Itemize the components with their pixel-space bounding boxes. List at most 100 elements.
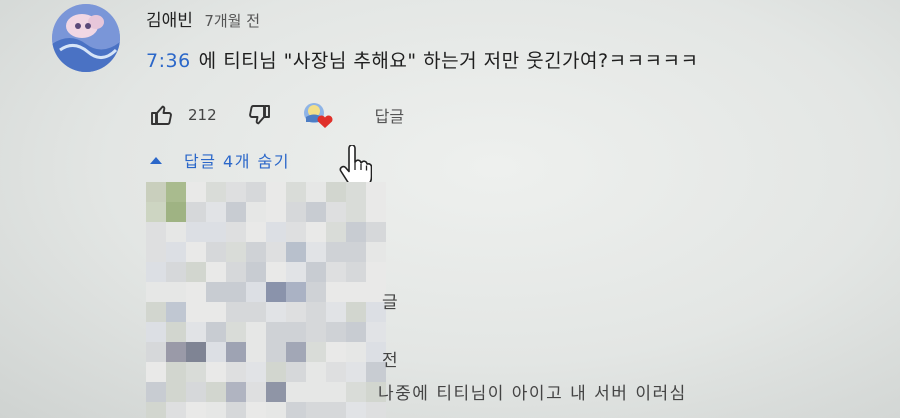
mosaic-cell	[186, 402, 206, 418]
mosaic-cell	[266, 322, 286, 342]
like-count: 212	[188, 106, 217, 124]
mosaic-cell	[206, 322, 226, 342]
mosaic-cell	[226, 262, 246, 282]
mosaic-cell	[286, 222, 306, 242]
mosaic-cell	[346, 322, 366, 342]
mosaic-cell	[266, 242, 286, 262]
mosaic-cell	[326, 202, 346, 222]
mosaic-cell	[326, 362, 346, 382]
mosaic-cell	[306, 282, 326, 302]
mosaic-cell	[226, 302, 246, 322]
mosaic-cell	[146, 342, 166, 362]
mosaic-cell	[266, 182, 286, 202]
comment-text: 에 티티님 "사장님 추해요" 하는거 저만 웃긴가여?ㅋㅋㅋㅋㅋ	[198, 50, 699, 72]
mosaic-cell	[306, 202, 326, 222]
comment-time[interactable]: 7개월 전	[204, 12, 260, 30]
creator-heart-badge	[301, 100, 335, 130]
mosaic-cell	[166, 262, 186, 282]
mosaic-cell	[186, 362, 206, 382]
mosaic-cell	[346, 182, 366, 202]
mosaic-cell	[346, 282, 366, 302]
mosaic-cell	[286, 262, 306, 282]
mosaic-cell	[306, 362, 326, 382]
mosaic-cell	[146, 222, 166, 242]
mosaic-cell	[246, 342, 266, 362]
mosaic-cell	[286, 282, 306, 302]
mosaic-cell	[146, 262, 166, 282]
mosaic-cell	[206, 242, 226, 262]
mosaic-cell	[286, 302, 306, 322]
mosaic-cell	[206, 362, 226, 382]
mosaic-cell	[326, 222, 346, 242]
mosaic-cell	[166, 282, 186, 302]
mosaic-cell	[306, 262, 326, 282]
mosaic-cell	[146, 302, 166, 322]
mosaic-cell	[366, 202, 386, 222]
mosaic-cell	[246, 182, 266, 202]
mosaic-cell	[166, 182, 186, 202]
reply-button[interactable]: 답글	[375, 103, 404, 127]
mosaic-cell	[186, 282, 206, 302]
comment-body: 7:36 에 티티님 "사장님 추해요" 하는거 저만 웃긴가여?ㅋㅋㅋㅋㅋ	[146, 46, 699, 73]
mosaic-cell	[286, 362, 306, 382]
mosaic-cell	[346, 222, 366, 242]
hide-replies-button[interactable]: 답글 4개 숨기	[150, 148, 290, 172]
mosaic-cell	[366, 262, 386, 282]
avatar[interactable]	[52, 4, 120, 72]
mosaic-cell	[306, 302, 326, 322]
mosaic-cell	[186, 382, 206, 402]
mosaic-cell	[346, 402, 366, 418]
mosaic-cell	[366, 402, 386, 418]
mosaic-cell	[246, 302, 266, 322]
mosaic-cell	[146, 282, 166, 302]
mosaic-cell	[246, 402, 266, 418]
avatar-image	[52, 4, 120, 72]
thumbs-up-icon[interactable]	[150, 103, 174, 127]
mosaic-cell	[246, 282, 266, 302]
mosaic-cell	[326, 282, 346, 302]
mosaic-cell	[226, 382, 246, 402]
mosaic-cell	[306, 182, 326, 202]
mosaic-cell	[306, 322, 326, 342]
mosaic-cell	[326, 242, 346, 262]
mosaic-cell	[266, 202, 286, 222]
mosaic-cell	[266, 382, 286, 402]
mosaic-cell	[326, 382, 346, 402]
mosaic-cell	[226, 222, 246, 242]
creator-heart-icon	[303, 103, 333, 128]
mosaic-cell	[146, 362, 166, 382]
mosaic-cell	[166, 382, 186, 402]
mosaic-cell	[166, 202, 186, 222]
mosaic-cell	[346, 202, 366, 222]
mosaic-cell	[186, 302, 206, 322]
mosaic-cell	[346, 362, 366, 382]
mosaic-cell	[246, 222, 266, 242]
mosaic-cell	[226, 402, 246, 418]
author-name[interactable]: 김애빈	[146, 11, 193, 31]
mosaic-cell	[186, 202, 206, 222]
mosaic-cell	[346, 302, 366, 322]
mosaic-cell	[206, 402, 226, 418]
mosaic-cell	[346, 242, 366, 262]
mosaic-cell	[326, 182, 346, 202]
thumbs-down-icon[interactable]	[247, 103, 271, 127]
reply-fragment-bottom: 나중에 티티님이 아이고 내 서버 이러심	[378, 384, 687, 404]
mosaic-cell	[266, 402, 286, 418]
mosaic-cell	[146, 182, 166, 202]
mosaic-cell	[226, 342, 246, 362]
mosaic-cell	[206, 202, 226, 222]
mosaic-cell	[146, 382, 166, 402]
mosaic-cell	[286, 382, 306, 402]
timestamp-link[interactable]: 7:36	[146, 50, 191, 72]
mosaic-cell	[206, 262, 226, 282]
mosaic-cell	[346, 382, 366, 402]
mosaic-cell	[166, 322, 186, 342]
mosaic-cell	[166, 222, 186, 242]
mosaic-cell	[206, 222, 226, 242]
mosaic-cell	[226, 242, 246, 262]
mosaic-cell	[246, 202, 266, 222]
mosaic-cell	[206, 342, 226, 362]
mosaic-cell	[366, 222, 386, 242]
mosaic-cell	[346, 342, 366, 362]
mosaic-cell	[326, 262, 346, 282]
